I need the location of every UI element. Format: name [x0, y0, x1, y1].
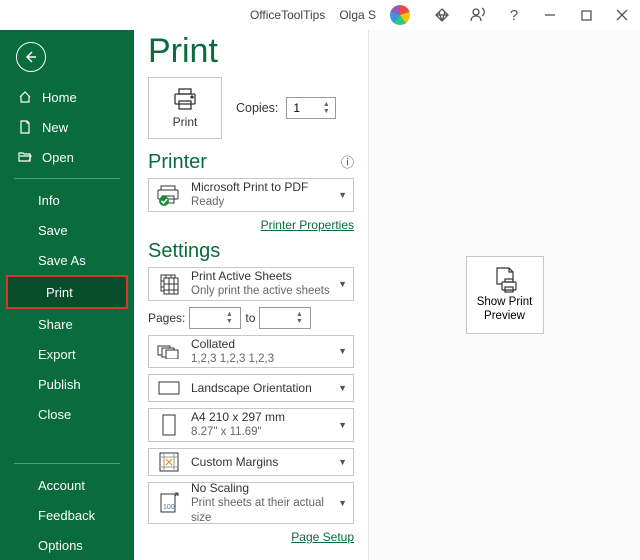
sidebar-item-publish[interactable]: Publish [0, 369, 134, 399]
margins-dropdown[interactable]: Custom Margins ▼ [148, 448, 354, 476]
sidebar-divider [14, 178, 120, 179]
collation-dropdown[interactable]: Collated1,2,3 1,2,3 1,2,3 ▼ [148, 335, 354, 369]
sidebar-item-print[interactable]: Print [8, 277, 126, 307]
chevron-down-icon: ▼ [338, 190, 347, 200]
active-sheets-icon [155, 271, 183, 297]
pages-to-input[interactable] [260, 311, 292, 325]
printer-info-icon[interactable]: ⓘ [341, 152, 354, 171]
sidebar-item-export[interactable]: Export [0, 339, 134, 369]
paper-size-dropdown[interactable]: A4 210 x 297 mm8.27" x 11.69" ▼ [148, 408, 354, 442]
close-icon[interactable] [604, 1, 640, 29]
maximize-icon[interactable] [568, 1, 604, 29]
app-name: OfficeToolTips [250, 8, 325, 22]
landscape-icon [155, 375, 183, 401]
printer-heading: Printer [148, 151, 207, 174]
copies-input[interactable] [287, 101, 319, 115]
page-title: Print [148, 32, 354, 71]
paper-icon [155, 412, 183, 438]
backstage-sidebar: Home New Open Info Save Save As Print Sh… [0, 30, 134, 560]
sidebar-item-options[interactable]: Options [0, 530, 134, 560]
pages-to-label: to [245, 311, 255, 325]
collated-icon [155, 338, 183, 364]
sidebar-item-home[interactable]: Home [0, 82, 134, 112]
printer-ready-icon [155, 182, 183, 208]
active-highlight: Print [6, 275, 128, 309]
sidebar-item-account[interactable]: Account [0, 470, 134, 500]
chevron-down-icon: ▼ [338, 457, 347, 467]
orientation-dropdown[interactable]: Landscape Orientation ▼ [148, 374, 354, 402]
chevron-down-icon: ▼ [338, 498, 347, 508]
show-print-preview-button[interactable]: Show Print Preview [466, 256, 544, 334]
copies-stepper[interactable]: ▲▼ [286, 97, 336, 119]
print-panel: Print Print Copies: ▲▼ Printer ⓘ Microso… [134, 30, 368, 560]
svg-text:100: 100 [163, 504, 175, 511]
sidebar-item-close[interactable]: Close [0, 399, 134, 429]
scaling-dropdown[interactable]: 100 No ScalingPrint sheets at their actu… [148, 482, 354, 524]
copies-label: Copies: [236, 101, 278, 115]
sidebar-item-open[interactable]: Open [0, 142, 134, 172]
printer-properties-link[interactable]: Printer Properties [148, 218, 354, 232]
sidebar-item-feedback[interactable]: Feedback [0, 500, 134, 530]
premium-icon[interactable] [424, 1, 460, 29]
sidebar-divider [14, 463, 120, 464]
page-preview-icon [492, 266, 518, 294]
title-bar: OfficeToolTips Olga S ? [0, 0, 640, 30]
sidebar-item-save-as[interactable]: Save As [0, 245, 134, 275]
user-name: Olga S [339, 8, 376, 22]
printer-dropdown[interactable]: Microsoft Print to PDFReady ▼ [148, 178, 354, 212]
print-scope-dropdown[interactable]: Print Active SheetsOnly print the active… [148, 267, 354, 301]
pages-from-input[interactable] [190, 311, 222, 325]
back-button[interactable] [16, 42, 46, 72]
settings-heading: Settings [148, 240, 354, 263]
help-icon[interactable]: ? [496, 1, 532, 29]
chevron-down-icon: ▼ [338, 420, 347, 430]
minimize-icon[interactable] [532, 1, 568, 29]
chevron-down-icon: ▼ [338, 383, 347, 393]
scaling-icon: 100 [155, 490, 183, 516]
pages-from-stepper[interactable]: ▲▼ [189, 307, 241, 329]
chevron-down-icon: ▼ [338, 346, 347, 356]
printer-icon [172, 87, 198, 111]
chevron-down-icon: ▼ [338, 279, 347, 289]
user-avatar-icon[interactable] [390, 5, 410, 25]
preview-pane: Show Print Preview [368, 30, 640, 560]
sidebar-item-save[interactable]: Save [0, 215, 134, 245]
coming-soon-icon[interactable] [460, 1, 496, 29]
pages-to-stepper[interactable]: ▲▼ [259, 307, 311, 329]
sidebar-item-info[interactable]: Info [0, 185, 134, 215]
sidebar-item-new[interactable]: New [0, 112, 134, 142]
pages-label: Pages: [148, 311, 185, 325]
sidebar-item-share[interactable]: Share [0, 309, 134, 339]
margins-icon [155, 449, 183, 475]
print-button[interactable]: Print [148, 77, 222, 139]
page-setup-link[interactable]: Page Setup [148, 530, 354, 544]
